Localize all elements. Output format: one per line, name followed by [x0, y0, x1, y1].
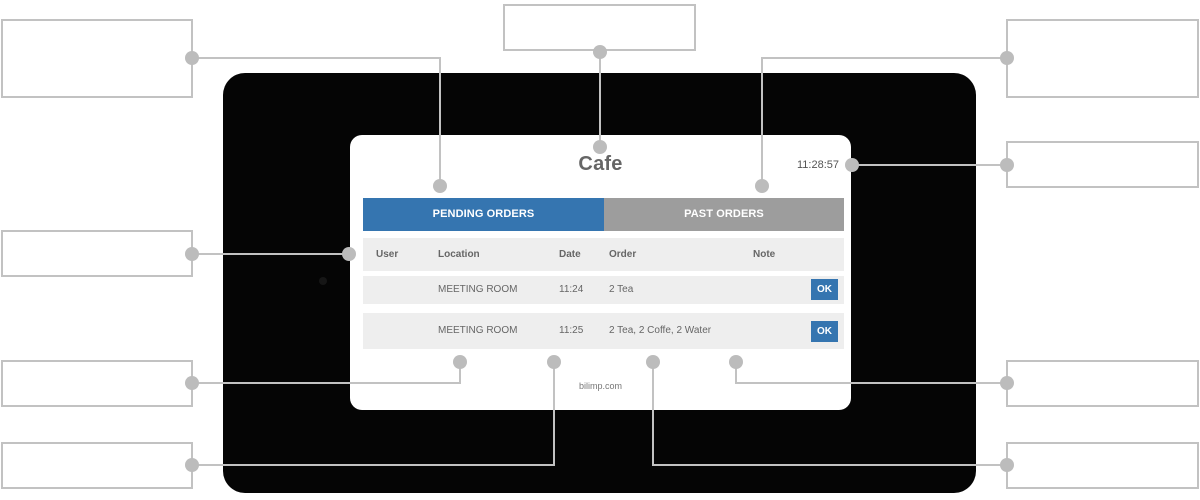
callout-dot: [845, 158, 859, 172]
callout-dot: [342, 247, 356, 261]
callout-dot: [593, 45, 607, 59]
callout-dot: [1000, 458, 1014, 472]
callout-dot: [185, 247, 199, 261]
callout-dot: [1000, 376, 1014, 390]
callout-dot: [1000, 158, 1014, 172]
callout-dot: [185, 376, 199, 390]
callout-dot: [185, 458, 199, 472]
callout-dot: [453, 355, 467, 369]
callout-dot: [593, 140, 607, 154]
callout-dot: [729, 355, 743, 369]
callout-dot: [646, 355, 660, 369]
callout-dot: [1000, 51, 1014, 65]
callout-dot: [547, 355, 561, 369]
callout-connectors: [185, 45, 1014, 472]
callout-dot: [755, 179, 769, 193]
callout-dot: [433, 179, 447, 193]
callout-dot: [185, 51, 199, 65]
